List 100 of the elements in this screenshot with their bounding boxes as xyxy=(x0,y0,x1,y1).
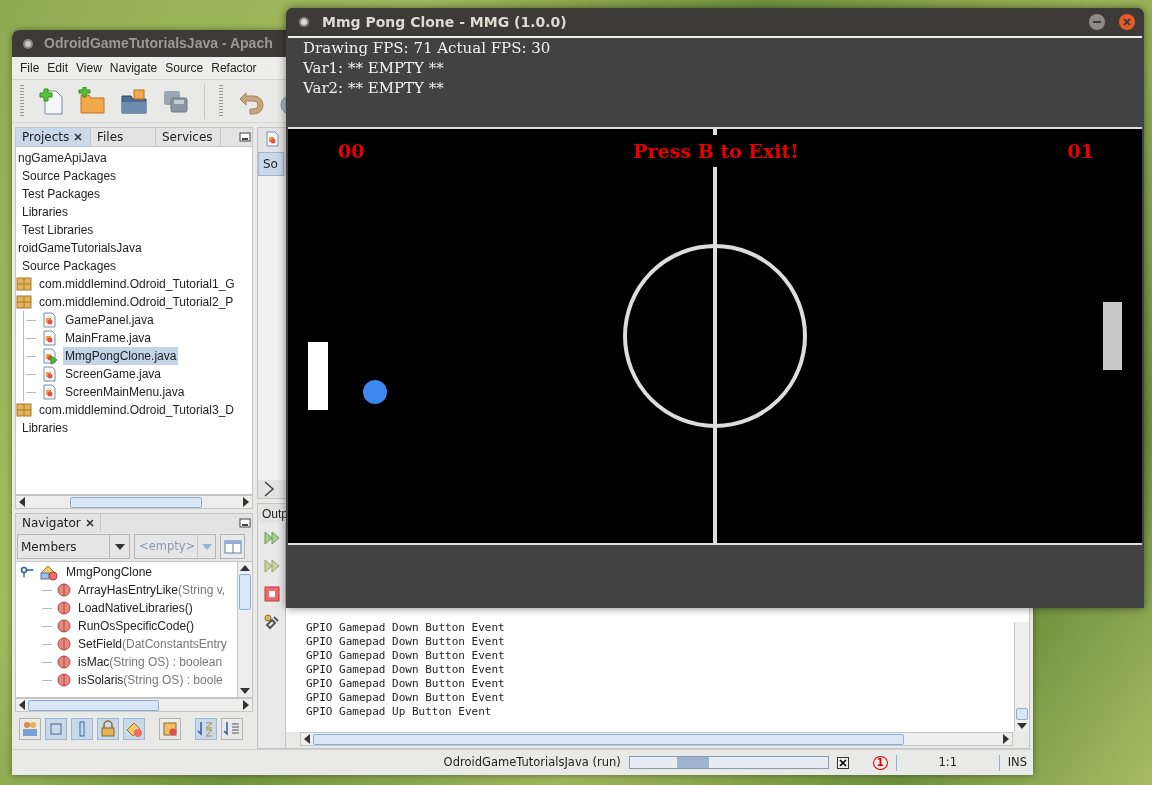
menu-item[interactable]: Edit xyxy=(43,59,73,77)
output-line: GPIO Gamepad Down Button Event xyxy=(306,677,506,691)
lock-icon[interactable] xyxy=(99,720,117,738)
tree-item[interactable]: Libraries xyxy=(20,203,71,221)
vertical-scrollbar[interactable] xyxy=(1014,622,1029,732)
tree-item[interactable]: GamePanel.java xyxy=(63,311,156,329)
cancel-button[interactable] xyxy=(836,756,849,769)
java-file-icon xyxy=(41,347,58,365)
double-arrow-icon[interactable] xyxy=(262,557,281,575)
people-icon[interactable] xyxy=(21,720,39,738)
window-icon xyxy=(223,538,242,555)
package-icon xyxy=(16,276,32,292)
member-item[interactable]: RunOsSpecificCode() xyxy=(76,617,197,635)
member-item[interactable]: LoadNativeLibraries() xyxy=(76,599,195,617)
menu-item[interactable]: Navigate xyxy=(105,59,162,77)
sort-icon[interactable] xyxy=(197,720,215,738)
cursor-position: 1:1 xyxy=(937,753,958,771)
task-label: OdroidGameTutorialsJava (run) xyxy=(443,753,621,771)
close-icon[interactable] xyxy=(85,519,94,527)
class-icon xyxy=(39,563,59,581)
output-line: GPIO Gamepad Down Button Event xyxy=(306,691,506,705)
tree-item[interactable]: Source Packages xyxy=(20,167,119,185)
method-icon xyxy=(57,655,71,669)
horizontal-scrollbar[interactable] xyxy=(15,495,253,509)
tree-item[interactable]: Test Packages xyxy=(20,185,103,203)
window-title: OdroidGameTutorialsJava - Apach xyxy=(44,34,273,53)
method-icon xyxy=(57,619,71,633)
tree-item[interactable]: com.middlemind.Odroid_Tutorial1_G xyxy=(37,275,237,293)
method-icon xyxy=(57,637,71,651)
output-line: GPIO Gamepad Down Button Event xyxy=(306,621,506,635)
window-menu-icon[interactable] xyxy=(22,37,34,50)
members-dropdown[interactable]: Members xyxy=(17,534,130,559)
java-file-icon xyxy=(41,311,58,329)
list-sort-icon[interactable] xyxy=(223,720,241,738)
tree-item[interactable]: MainFrame.java xyxy=(63,329,154,347)
scroll-thumb[interactable] xyxy=(70,496,202,508)
wrench-icon[interactable] xyxy=(262,613,281,631)
left-paddle xyxy=(308,342,328,410)
menu-item[interactable]: Source xyxy=(161,59,208,77)
tree-item[interactable]: Test Libraries xyxy=(20,221,96,239)
tree-item[interactable]: com.middlemind.Odroid_Tutorial2_P xyxy=(37,293,236,311)
tree-item[interactable]: MmgPongClone xyxy=(64,563,155,581)
menu-item[interactable]: Refactor xyxy=(207,59,261,77)
package-icon xyxy=(16,402,32,418)
scroll-thumb[interactable] xyxy=(239,574,251,610)
package-icon xyxy=(16,294,32,310)
dropdown-arrow-icon xyxy=(201,543,212,550)
insert-mode: INS xyxy=(1007,753,1027,771)
dropdown-arrow-icon[interactable] xyxy=(114,543,125,550)
file-icon[interactable] xyxy=(161,720,179,738)
output-line: GPIO Gamepad Down Button Event xyxy=(306,663,506,677)
double-arrow-icon[interactable] xyxy=(262,529,281,547)
vertical-scrollbar[interactable] xyxy=(237,562,252,697)
close-icon[interactable] xyxy=(74,133,83,141)
member-item[interactable]: isSolaris(String OS) : boole xyxy=(76,671,225,689)
square-icon[interactable] xyxy=(47,720,65,738)
editor-tab[interactable]: So xyxy=(258,152,284,176)
right-paddle xyxy=(1103,302,1122,370)
tree-item[interactable]: Libraries xyxy=(20,419,71,437)
java-file-icon[interactable] xyxy=(264,131,281,148)
method-icon xyxy=(57,673,71,687)
debug-text: Drawing FPS: 71 Actual FPS: 30 xyxy=(303,38,552,58)
java-file-icon xyxy=(41,365,58,383)
tree-item[interactable]: ScreenMainMenu.java xyxy=(63,383,187,401)
menu-item[interactable]: File xyxy=(16,59,44,77)
tree-item[interactable]: Source Packages xyxy=(20,257,119,275)
tree-item[interactable]: roidGameTutorialsJava xyxy=(16,239,144,257)
close-icon xyxy=(837,757,848,768)
output-line: GPIO Gamepad Down Button Event xyxy=(306,649,506,663)
debug-text: Var2: ** EMPTY ** xyxy=(303,78,445,98)
java-file-icon xyxy=(41,329,58,347)
tree-item[interactable]: com.middlemind.Odroid_Tutorial3_D xyxy=(37,401,236,419)
java-file-icon xyxy=(41,383,58,401)
ball xyxy=(363,380,387,404)
tree-item[interactable]: ScreenGame.java xyxy=(63,365,164,383)
debug-text: Var1: ** EMPTY ** xyxy=(303,58,445,78)
window-menu-icon[interactable] xyxy=(298,16,310,28)
horizontal-scrollbar[interactable] xyxy=(15,698,253,712)
shape-icon[interactable] xyxy=(125,720,143,738)
member-item[interactable]: isMac(String OS) : boolean xyxy=(76,653,225,671)
new-file-icon[interactable] xyxy=(38,87,64,115)
scroll-thumb[interactable] xyxy=(313,733,904,745)
tree-item[interactable]: MmgPongClone.java xyxy=(63,347,179,365)
horizontal-scrollbar[interactable] xyxy=(300,732,1013,746)
scroll-thumb[interactable] xyxy=(28,699,160,711)
window-title: Mmg Pong Clone - MMG (1.0.0) xyxy=(322,12,567,32)
member-item[interactable]: SetField(DatConstantsEntry xyxy=(76,635,229,653)
expanded-handle-icon[interactable] xyxy=(20,566,34,578)
tree-item[interactable]: ngGameApiJava xyxy=(16,149,109,167)
panel-tab[interactable]: Projects xyxy=(16,128,91,146)
member-item[interactable]: ArrayHasEntryLike(String v, xyxy=(76,581,228,599)
scroll-thumb[interactable] xyxy=(1016,708,1028,720)
new-project-icon[interactable] xyxy=(78,87,106,115)
menu-item[interactable]: View xyxy=(72,59,106,77)
method-icon xyxy=(57,601,71,615)
chevron-right-icon[interactable] xyxy=(262,480,276,498)
folder-icon[interactable] xyxy=(120,87,148,115)
output-line: GPIO Gamepad Down Button Event xyxy=(306,635,506,649)
stop-icon[interactable] xyxy=(262,585,281,603)
output-line: GPIO Gamepad Up Button Event xyxy=(306,705,493,719)
